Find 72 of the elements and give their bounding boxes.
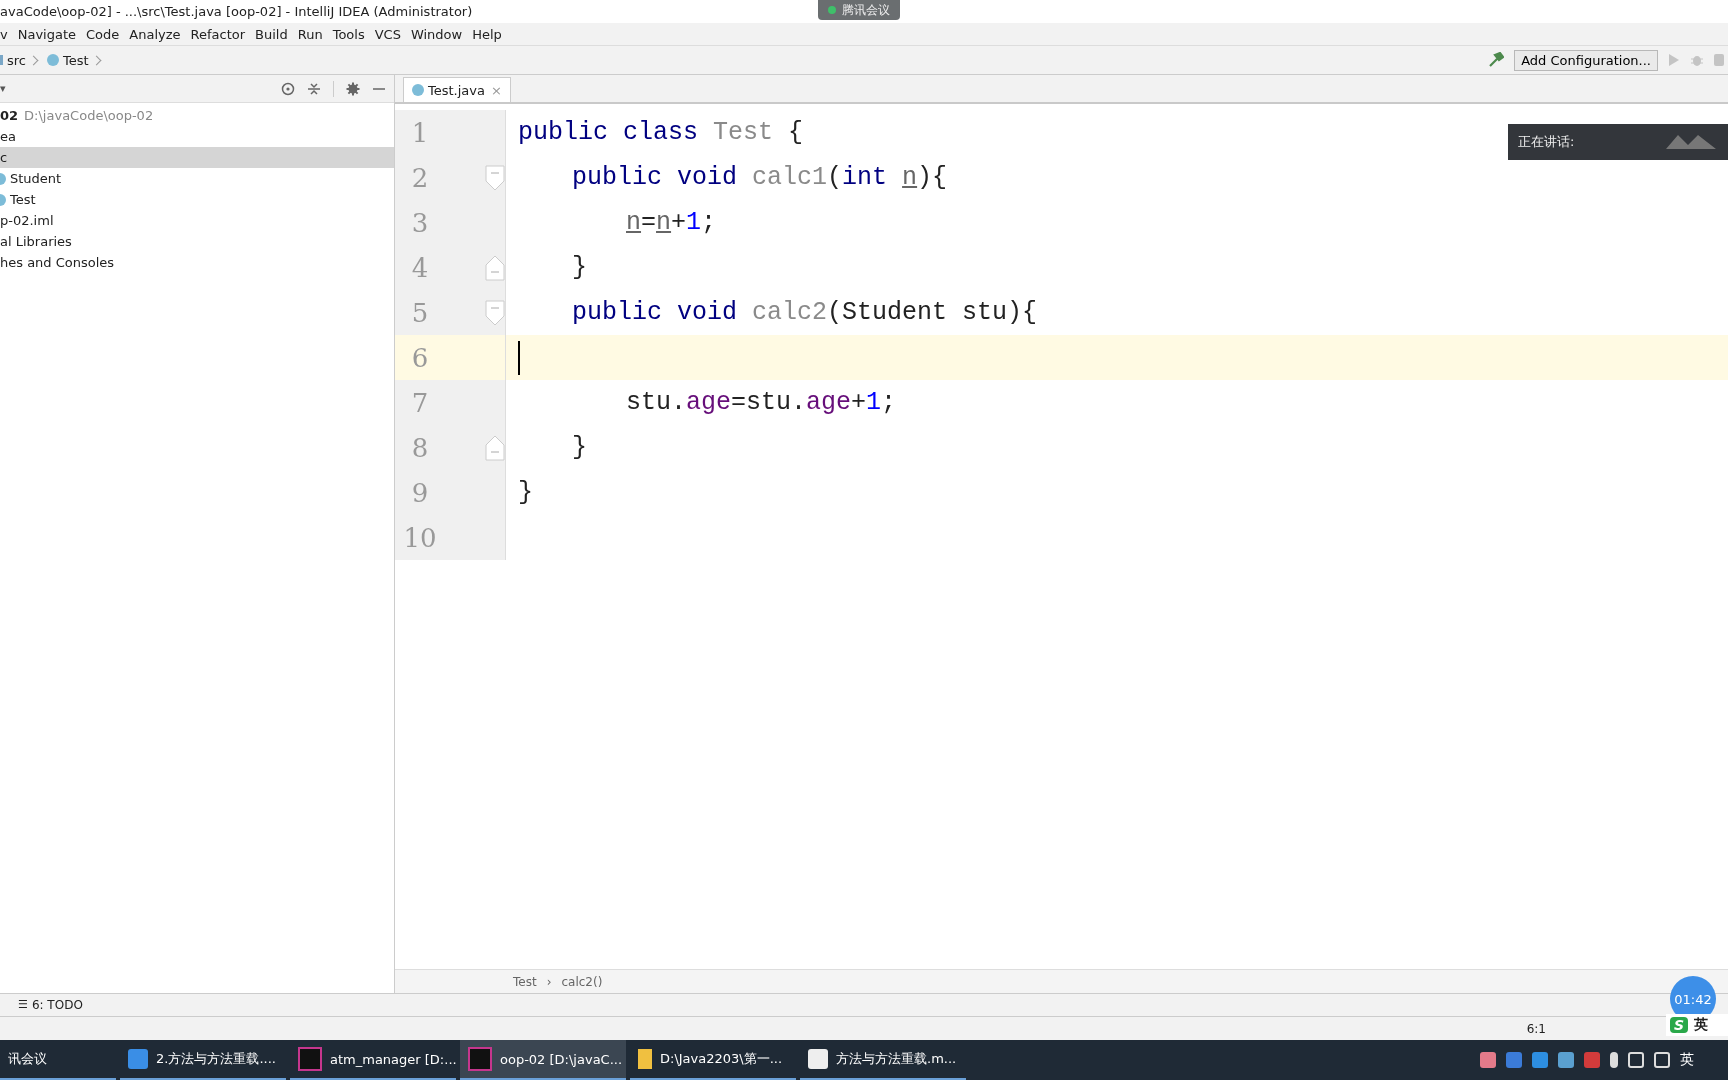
line-number: 8: [410, 432, 430, 463]
caret-position[interactable]: 6:1: [1526, 1021, 1546, 1036]
menu-item[interactable]: Analyze: [129, 26, 181, 42]
tree-item[interactable]: 02 D:\javaCode\oop-02: [0, 105, 394, 126]
menu-item[interactable]: VCS: [374, 26, 401, 42]
taskbar-item[interactable]: 讯会议: [0, 1040, 116, 1080]
separator-icon: ›: [546, 974, 552, 989]
window-title: avaCode\oop-02] - ...\src\Test.java [oop-02] - IntelliJ IDEA (Administrator): [0, 4, 473, 19]
line-number: 5: [410, 297, 430, 328]
line-number: 7: [410, 387, 430, 418]
menu-item[interactable]: Refactor: [190, 26, 246, 42]
coverage-icon[interactable]: [1714, 53, 1724, 67]
menu-item[interactable]: Run: [297, 26, 323, 42]
breadcrumb-item[interactable]: src: [7, 52, 26, 68]
code-line: }: [572, 253, 587, 282]
code-line: }: [572, 433, 587, 462]
fold-marker-icon[interactable]: [485, 164, 505, 191]
bug-icon[interactable]: [1690, 53, 1704, 67]
fold-marker-icon[interactable]: [485, 434, 505, 461]
input-language[interactable]: 英: [1680, 1051, 1694, 1069]
menu-item[interactable]: v: [0, 26, 8, 42]
line-number: 1: [410, 117, 430, 148]
tree-item[interactable]: Student: [0, 168, 394, 189]
tree-item[interactable]: ea: [0, 126, 394, 147]
menu-item[interactable]: Navigate: [17, 26, 76, 42]
add-configuration-button[interactable]: Add Configuration...: [1514, 49, 1658, 71]
menu-item[interactable]: Window: [410, 26, 463, 42]
meeting-pill[interactable]: 腾讯会议: [818, 0, 900, 20]
line-number: 4: [410, 252, 430, 283]
taskbar-item[interactable]: 2.方法与方法重载....: [120, 1040, 286, 1080]
tree-item[interactable]: p-02.iml: [0, 210, 394, 231]
line-number: 6: [410, 342, 430, 373]
settings-icon[interactable]: [346, 81, 360, 96]
run-icon[interactable]: [1668, 53, 1680, 67]
fold-marker-icon[interactable]: [485, 299, 505, 326]
code-line: public void calc1(int n){: [572, 163, 948, 192]
todo-tab[interactable]: ☰ 6: TODO: [18, 998, 83, 1012]
code-line: n=n+1;: [626, 208, 717, 237]
class-icon: [47, 54, 59, 66]
menu-item[interactable]: Build: [255, 26, 288, 42]
collapse-icon[interactable]: [307, 81, 321, 96]
tree-item[interactable]: Test: [0, 189, 394, 210]
line-number: 10: [402, 522, 438, 553]
editor-tab[interactable]: Test.java ×: [403, 77, 511, 102]
menu-item[interactable]: Help: [472, 26, 502, 42]
line-number: 2: [410, 162, 430, 193]
code-line: public class Test {: [518, 118, 804, 147]
text-cursor: [518, 340, 520, 375]
speaking-label: 正在讲话:: [1518, 133, 1575, 151]
caret-icon[interactable]: ▾: [0, 82, 6, 95]
target-icon[interactable]: [281, 81, 295, 96]
fold-marker-icon[interactable]: [485, 254, 505, 281]
breadcrumb-item[interactable]: Test: [513, 974, 537, 989]
code-line: stu.age=stu.age+1;: [626, 388, 897, 417]
taskbar-item[interactable]: atm_manager [D:...: [290, 1040, 456, 1080]
tree-item[interactable]: hes and Consoles: [0, 252, 394, 273]
microphone-icon[interactable]: [1610, 1052, 1618, 1068]
menu-item[interactable]: Tools: [332, 26, 365, 42]
line-number: 3: [410, 207, 430, 238]
breadcrumb-item[interactable]: Test: [63, 52, 89, 68]
hammer-icon[interactable]: [1488, 52, 1505, 68]
breadcrumb-item[interactable]: calc2(): [561, 974, 603, 989]
code-line: }: [518, 478, 533, 507]
taskbar-item[interactable]: oop-02 [D:\javaC...: [460, 1040, 626, 1080]
ime-toolbar[interactable]: S 英: [1665, 1014, 1728, 1036]
tree-item[interactable]: c: [0, 147, 394, 168]
line-number: 9: [410, 477, 430, 508]
tree-item[interactable]: al Libraries: [0, 231, 394, 252]
code-line: public void calc2(Student stu){: [572, 298, 1038, 327]
menu-item[interactable]: Code: [86, 26, 120, 42]
taskbar-item[interactable]: D:\Java2203\第一...: [630, 1040, 796, 1080]
taskbar-item[interactable]: 方法与方法重载.m...: [800, 1040, 966, 1080]
